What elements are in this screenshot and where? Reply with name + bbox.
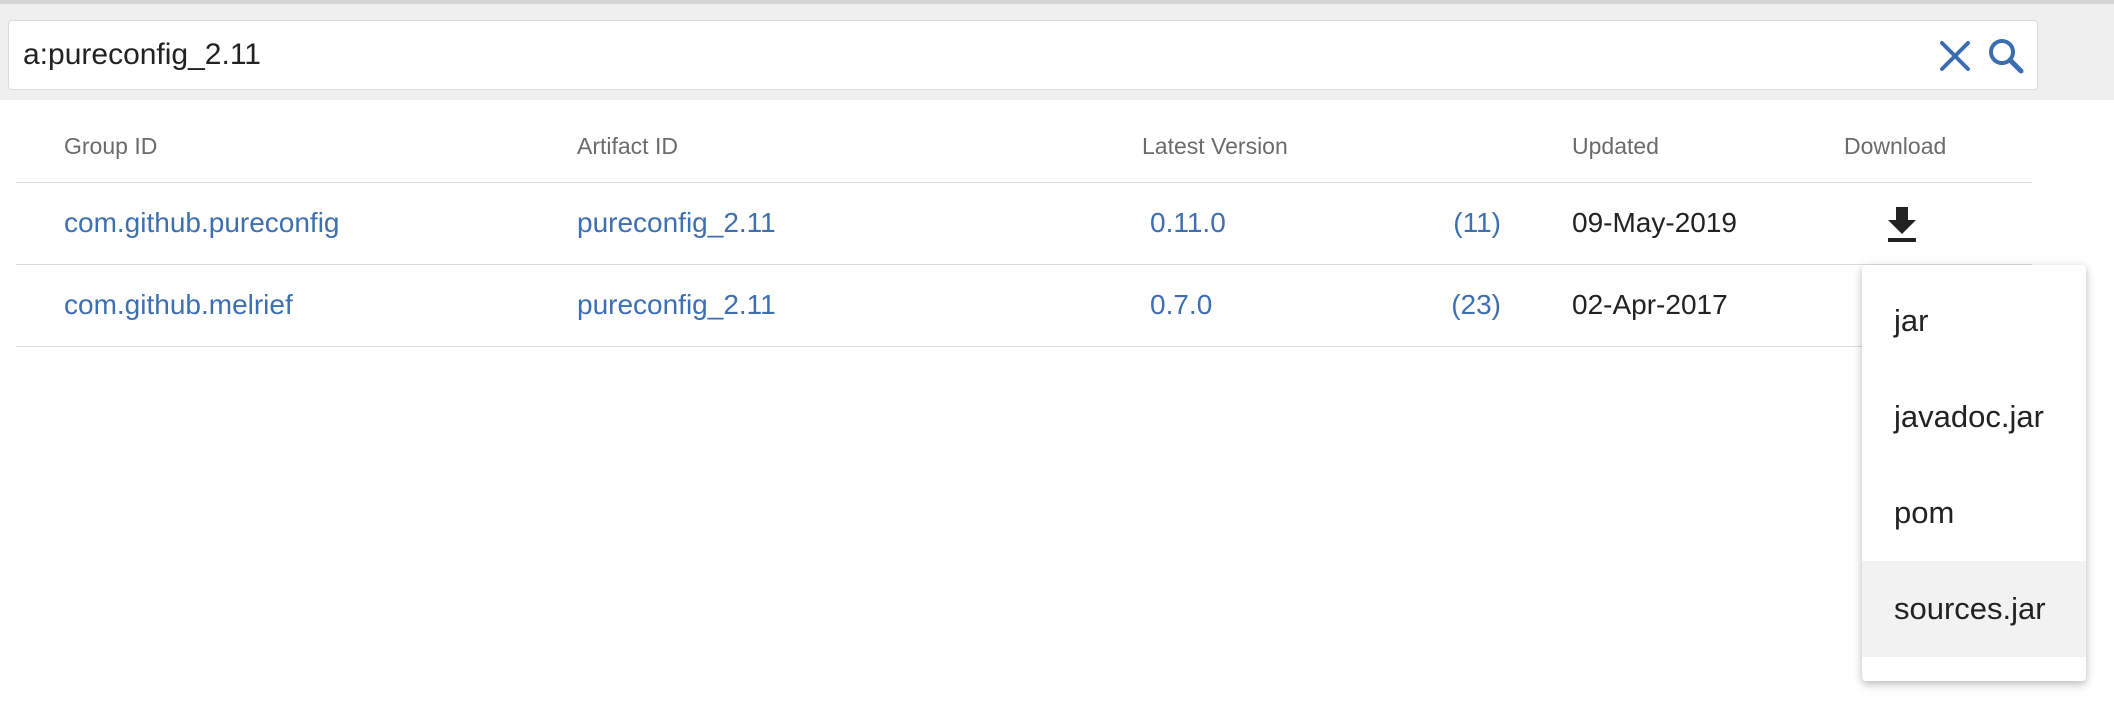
close-icon bbox=[1940, 41, 1970, 71]
version-link[interactable]: 0.7.0 bbox=[1150, 289, 1212, 321]
header-updated: Updated bbox=[1572, 133, 1659, 159]
menu-item-sources-jar[interactable]: sources.jar bbox=[1862, 561, 2086, 657]
table-row: com.github.melrief pureconfig_2.11 0.7.0… bbox=[16, 265, 2032, 347]
updated-date: 09-May-2019 bbox=[1572, 207, 1737, 238]
download-icon bbox=[1888, 207, 1916, 242]
menu-padding bbox=[1862, 265, 2086, 273]
search-input[interactable] bbox=[23, 29, 1903, 81]
artifact-id-link[interactable]: pureconfig_2.11 bbox=[577, 207, 776, 239]
table-header-row: Group ID Artifact ID Latest Version Upda… bbox=[16, 100, 2032, 183]
artifact-id-link[interactable]: pureconfig_2.11 bbox=[577, 289, 776, 321]
version-count-link[interactable]: (23) bbox=[1316, 289, 1501, 321]
download-button[interactable] bbox=[1885, 205, 1919, 243]
header-latest-version: Latest Version bbox=[1142, 133, 1288, 159]
group-id-link[interactable]: com.github.pureconfig bbox=[64, 207, 340, 239]
search-icon bbox=[1989, 39, 2024, 74]
menu-item-pom[interactable]: pom bbox=[1862, 465, 2086, 561]
version-count-link[interactable]: (11) bbox=[1316, 207, 1501, 239]
search-bar bbox=[0, 0, 2114, 100]
updated-date: 02-Apr-2017 bbox=[1572, 289, 1728, 320]
menu-item-jar[interactable]: jar bbox=[1862, 273, 2086, 369]
download-dropdown-menu: jar javadoc.jar pom sources.jar bbox=[1862, 265, 2086, 681]
table-row: com.github.pureconfig pureconfig_2.11 0.… bbox=[16, 183, 2032, 265]
search-box bbox=[8, 20, 2038, 90]
menu-item-javadoc-jar[interactable]: javadoc.jar bbox=[1862, 369, 2086, 465]
header-group-id: Group ID bbox=[64, 133, 158, 159]
header-download: Download bbox=[1844, 133, 1947, 159]
clear-search-button[interactable] bbox=[1934, 35, 1976, 77]
results-table: Group ID Artifact ID Latest Version Upda… bbox=[16, 100, 2032, 347]
search-button[interactable] bbox=[1985, 35, 2027, 77]
version-link[interactable]: 0.11.0 bbox=[1150, 207, 1226, 239]
group-id-link[interactable]: com.github.melrief bbox=[64, 289, 293, 321]
header-artifact-id: Artifact ID bbox=[577, 133, 678, 159]
